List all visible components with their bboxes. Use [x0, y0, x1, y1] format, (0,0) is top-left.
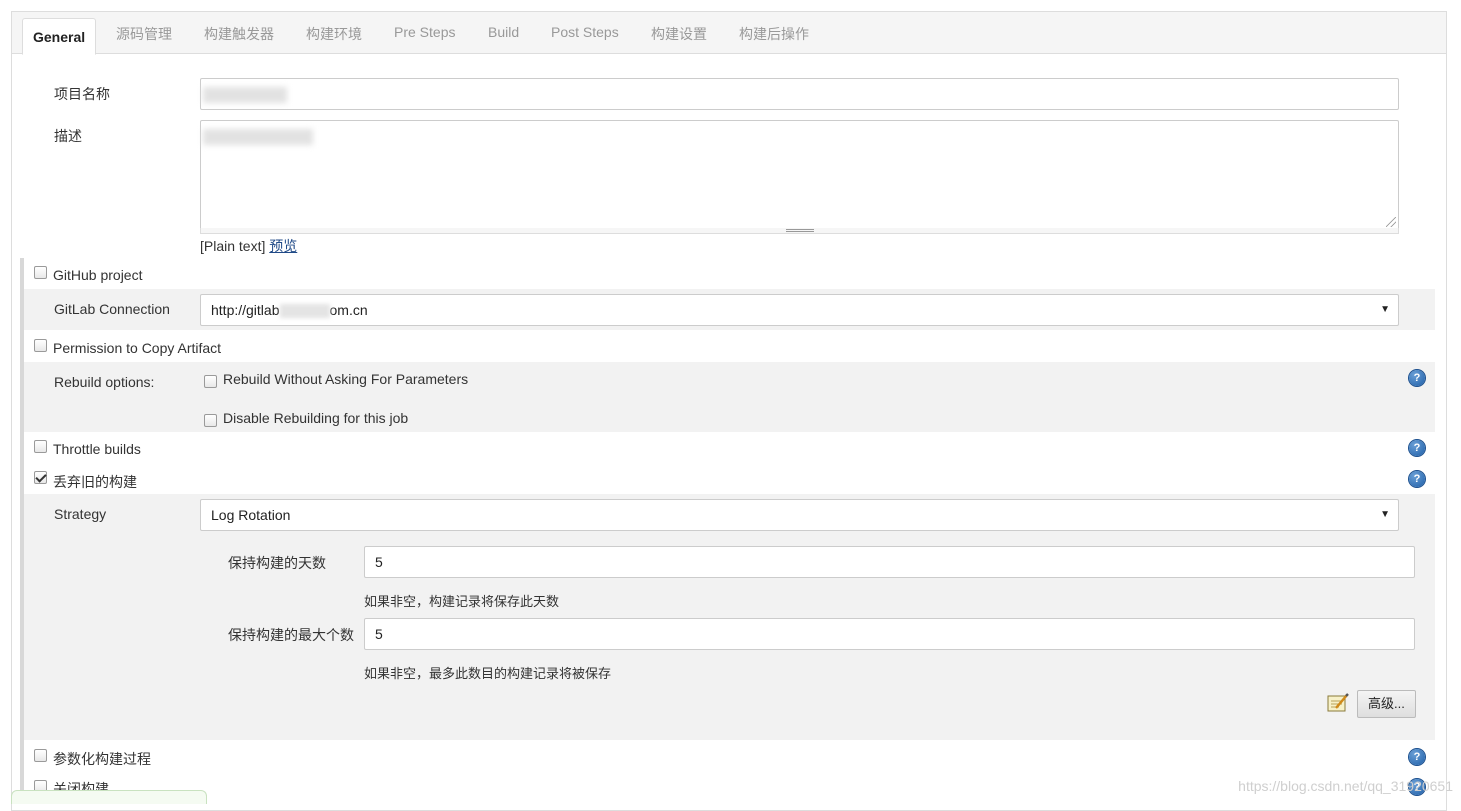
copy-artifact-checkbox[interactable] — [34, 339, 47, 352]
github-project-checkbox[interactable] — [34, 266, 47, 279]
project-name-input[interactable] — [200, 78, 1399, 110]
tab-post-steps[interactable]: Post Steps — [551, 24, 619, 40]
rebuild-options-label: Rebuild options: — [54, 374, 155, 390]
rebuild-without-asking-label: Rebuild Without Asking For Parameters — [223, 371, 469, 387]
days-to-keep-hint: 如果非空，构建记录将保存此天数 — [364, 594, 560, 609]
help-icon[interactable]: ? — [1409, 440, 1425, 456]
strategy-label: Strategy — [54, 506, 107, 522]
notepad-icon[interactable] — [1327, 693, 1349, 713]
help-icon[interactable]: ? — [1409, 749, 1425, 765]
parameterized-build-checkbox[interactable] — [34, 749, 47, 762]
tab-source-control[interactable]: 源码管理 — [116, 24, 172, 44]
tab-build-triggers[interactable]: 构建触发器 — [204, 24, 274, 44]
disable-rebuilding-checkbox[interactable] — [204, 414, 217, 427]
redacted-text — [203, 129, 313, 145]
disable-rebuilding-label: Disable Rebuilding for this job — [223, 410, 409, 426]
redacted-text — [203, 87, 287, 103]
strategy-value: Log Rotation — [211, 507, 291, 523]
tab-post-build-actions[interactable]: 构建后操作 — [739, 24, 809, 44]
throttle-builds-label: Throttle builds — [53, 441, 141, 457]
tab-build[interactable]: Build — [488, 24, 519, 40]
strategy-select[interactable]: Log Rotation ▼ — [200, 499, 1399, 531]
discard-old-builds-checkbox[interactable] — [34, 471, 47, 484]
tab-general[interactable]: General — [22, 18, 97, 55]
description-textarea[interactable] — [200, 120, 1399, 230]
tab-bar: General 源码管理 构建触发器 构建环境 Pre Steps Build … — [12, 12, 1446, 55]
parameterized-build-label: 参数化构建过程 — [53, 751, 151, 767]
advanced-button[interactable]: 高级... — [1357, 690, 1416, 718]
plain-text-label: [Plain text] — [200, 238, 266, 254]
chevron-down-icon: ▼ — [1380, 304, 1390, 315]
watermark: https://blog.csdn.net/qq_31920651 — [1238, 778, 1453, 794]
description-label: 描述 — [54, 128, 82, 144]
redacted-text — [279, 304, 330, 319]
max-builds-input[interactable]: 5 — [364, 618, 1415, 650]
gitlab-connection-select[interactable]: http://gitlab om.cn ▼ — [200, 294, 1399, 326]
gitlab-url-end: om.cn — [329, 302, 368, 318]
discard-old-builds-label: 丢弃旧的构建 — [53, 474, 137, 490]
max-builds-hint: 如果非空，最多此数目的构建记录将被保存 — [364, 666, 612, 681]
resize-grip-icon[interactable] — [1386, 217, 1396, 227]
rebuild-without-asking-checkbox[interactable] — [204, 375, 217, 388]
config-frame: General 源码管理 构建触发器 构建环境 Pre Steps Build … — [11, 11, 1447, 811]
gitlab-url-start: http://gitlab — [211, 302, 280, 318]
project-name-label: 项目名称 — [54, 86, 110, 102]
days-to-keep-label: 保持构建的天数 — [228, 555, 326, 571]
tab-build-environment[interactable]: 构建环境 — [306, 24, 362, 44]
help-icon[interactable]: ? — [1409, 370, 1425, 386]
preview-link[interactable]: 预览 — [269, 238, 297, 254]
chevron-down-icon: ▼ — [1380, 509, 1390, 520]
splitter-knob-icon — [786, 229, 814, 232]
throttle-builds-checkbox[interactable] — [34, 440, 47, 453]
plain-text-info: [Plain text] 预览 — [200, 236, 297, 256]
github-project-label: GitHub project — [53, 267, 143, 283]
textarea-splitter[interactable] — [200, 228, 1399, 234]
tab-pre-steps[interactable]: Pre Steps — [394, 24, 455, 40]
tab-build-settings[interactable]: 构建设置 — [651, 24, 707, 44]
help-icon[interactable]: ? — [1409, 471, 1425, 487]
days-to-keep-input[interactable]: 5 — [364, 546, 1415, 578]
max-builds-label: 保持构建的最大个数 — [228, 627, 354, 643]
gitlab-connection-label: GitLab Connection — [54, 301, 170, 317]
copy-artifact-label: Permission to Copy Artifact — [53, 340, 222, 356]
